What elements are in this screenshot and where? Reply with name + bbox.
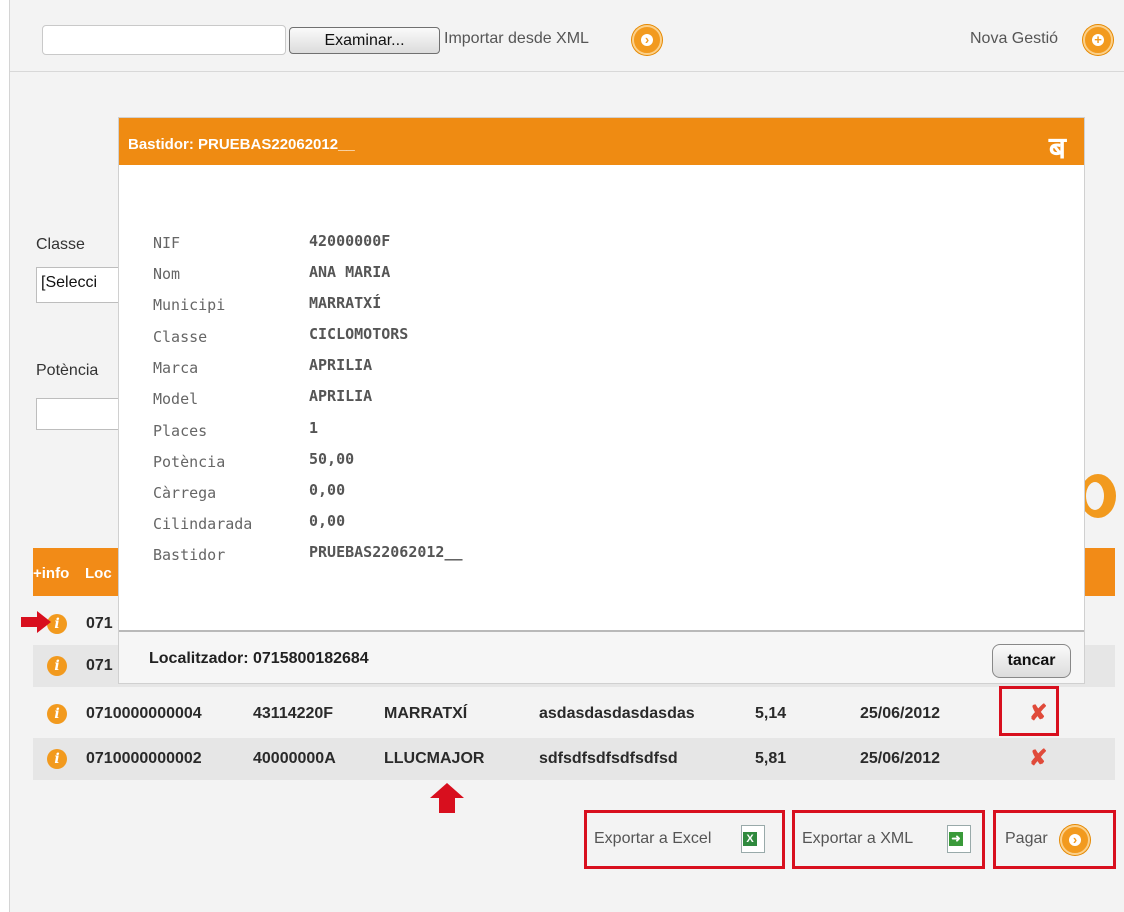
- table-row: i 0710000000002 40000000A LLUCMAJOR sdfs…: [33, 738, 1115, 780]
- info-icon[interactable]: i: [47, 704, 67, 724]
- export-excel-link[interactable]: Exportar a Excel: [594, 830, 711, 848]
- info-icon[interactable]: i: [47, 749, 67, 769]
- cell-municipi: MARRATXÍ: [384, 705, 468, 722]
- info-icon[interactable]: i: [47, 656, 67, 676]
- field-label: NIF: [153, 234, 181, 252]
- cell-localitzador: 0710000000004: [86, 705, 202, 722]
- delete-icon[interactable]: ✘: [1029, 745, 1047, 771]
- field-label: Nom: [153, 265, 181, 283]
- cell-nif: 43114220F: [253, 705, 334, 722]
- export-xml-link[interactable]: Exportar a XML: [802, 830, 913, 848]
- arrow-up-pointer-icon: [430, 783, 464, 813]
- field-label: Model: [153, 390, 199, 408]
- field-label: Bastidor: [153, 546, 226, 564]
- logo-icon: ब: [1048, 131, 1066, 166]
- field-value: APRILIA: [309, 356, 373, 374]
- header-localitzador: Loc: [85, 565, 112, 582]
- field-label: Classe: [153, 328, 208, 346]
- close-button[interactable]: tancar: [992, 644, 1071, 678]
- field-value: PRUEBAS22062012__: [309, 543, 463, 561]
- cell-potencia: 5,14: [755, 705, 787, 722]
- cell-data: 25/06/2012: [860, 705, 941, 722]
- detail-modal: Bastidor: PRUEBAS22062012__ ब NIF 420000…: [119, 118, 1084, 683]
- pay-link[interactable]: Pagar: [1005, 830, 1048, 848]
- xml-file-icon[interactable]: ➜: [947, 825, 971, 853]
- cell-municipi: LLUCMAJOR: [384, 750, 485, 767]
- cell-potencia: 5,81: [755, 750, 787, 767]
- field-value: MARRATXÍ: [309, 294, 382, 312]
- localitzador-label: Localitzador: 0715800182684: [149, 650, 369, 667]
- arrow-right-pointer-icon: [21, 611, 51, 633]
- cell-nif: 40000000A: [253, 750, 336, 767]
- delete-highlight-frame: [999, 686, 1059, 736]
- new-gestio-link[interactable]: Nova Gestió: [970, 30, 1058, 48]
- modal-footer: Localitzador: 0715800182684 tancar: [119, 630, 1084, 683]
- cell-localitzador: 0710000000002: [86, 750, 202, 767]
- field-label: Cilindarada: [153, 515, 253, 533]
- cell-cognom: sdfsdfsdfsdfsdfsd: [539, 750, 678, 767]
- field-value: 0,00: [309, 512, 346, 530]
- field-label: Càrrega: [153, 484, 217, 502]
- classe-label: Classe: [36, 236, 85, 253]
- field-label: Municipi: [153, 296, 226, 314]
- arrow-right-circle-icon[interactable]: ›: [1060, 825, 1090, 855]
- cell-data: 25/06/2012: [860, 750, 941, 767]
- field-label: Places: [153, 422, 208, 440]
- header-info: +info: [33, 565, 70, 582]
- cell-localitzador: 071: [86, 615, 113, 632]
- field-label: Potència: [153, 453, 226, 471]
- field-value: 1: [309, 419, 319, 437]
- cell-cognom: asdasdasdasdasdas: [539, 705, 695, 722]
- arrow-right-circle-icon[interactable]: ›: [632, 25, 662, 55]
- modal-title: Bastidor: PRUEBAS22062012__: [128, 136, 355, 153]
- toolbar: Examinar... Importar desde XML › Nova Ge…: [10, 0, 1124, 72]
- page: Examinar... Importar desde XML › Nova Ge…: [9, 0, 1124, 912]
- field-value: APRILIA: [309, 387, 373, 405]
- plus-circle-icon[interactable]: +: [1083, 25, 1113, 55]
- field-label: Marca: [153, 359, 199, 377]
- field-value: ANA MARIA: [309, 263, 391, 281]
- search-circle-icon[interactable]: [1080, 474, 1116, 518]
- field-value: 0,00: [309, 481, 346, 499]
- modal-header: Bastidor: PRUEBAS22062012__ ब: [119, 118, 1084, 166]
- browse-button[interactable]: Examinar...: [289, 27, 440, 54]
- import-xml-link[interactable]: Importar desde XML: [444, 30, 589, 48]
- field-value: 42000000F: [309, 232, 391, 250]
- field-value: 50,00: [309, 450, 355, 468]
- file-path-input[interactable]: [42, 25, 286, 55]
- field-value: CICLOMOTORS: [309, 325, 409, 343]
- potencia-label: Potència: [36, 362, 99, 379]
- cell-localitzador: 071: [86, 657, 113, 674]
- excel-file-icon[interactable]: X: [741, 825, 765, 853]
- table-row: i 0710000000004 43114220F MARRATXÍ asdas…: [33, 693, 1115, 735]
